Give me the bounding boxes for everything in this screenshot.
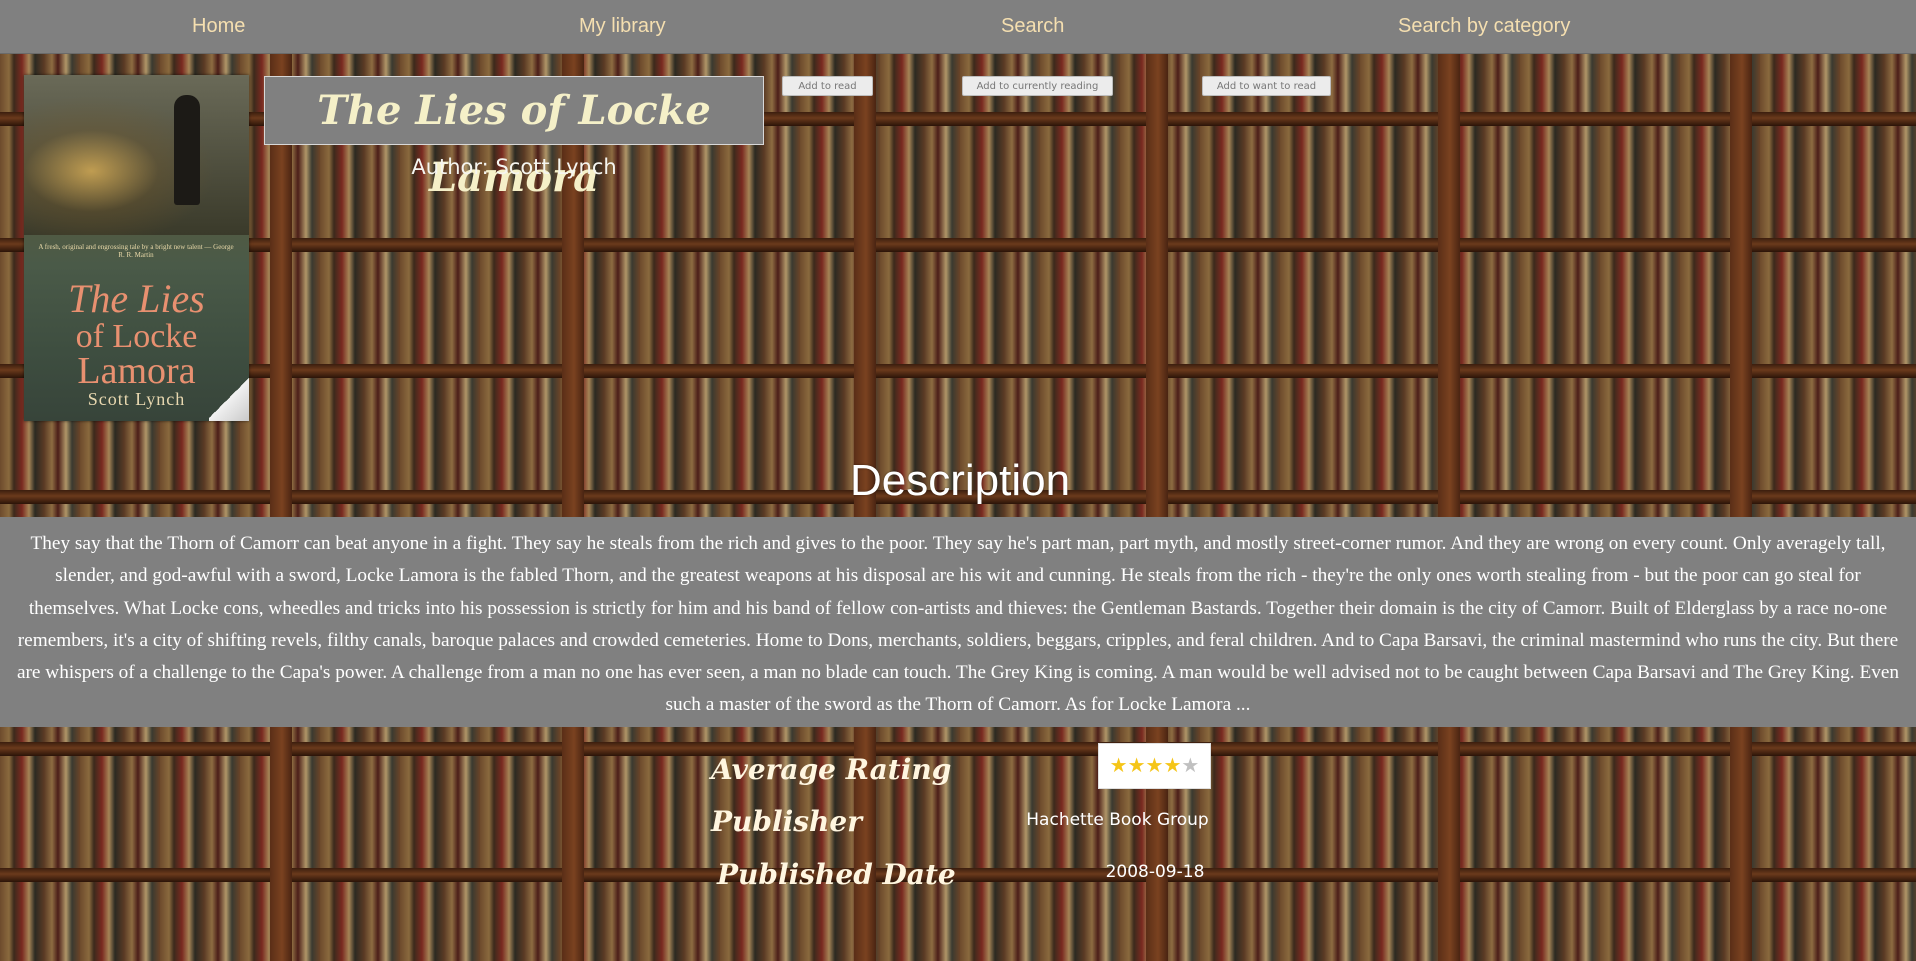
publisher-value: Hachette Book Group: [1026, 810, 1209, 830]
nav-search-link[interactable]: Search: [1001, 15, 1064, 38]
cover-figure: [174, 95, 200, 205]
book-cover-image: A fresh, original and engrossing tale by…: [24, 75, 249, 421]
cover-scene: [24, 75, 249, 235]
star-filled-icon: ★: [1109, 755, 1128, 777]
book-title-box: The Lies of Locke Lamora: [264, 76, 764, 201]
nav-search-by-category-link[interactable]: Search by category: [1398, 15, 1570, 38]
add-to-want-to-read-button[interactable]: Add to want to read: [1202, 76, 1331, 96]
star-filled-icon: ★: [1127, 755, 1146, 777]
book-author: Author: Scott Lynch: [264, 155, 764, 179]
top-navigation: Home My library Search Search by categor…: [0, 0, 1916, 54]
author-name: Scott Lynch: [495, 155, 617, 179]
nav-home-link[interactable]: Home: [192, 15, 245, 38]
page-curl-icon: [209, 375, 249, 421]
add-to-currently-reading-button[interactable]: Add to currently reading: [962, 76, 1113, 96]
published-date-label: Published Date: [717, 858, 956, 891]
average-rating-label: Average Rating: [711, 753, 952, 786]
description-heading: Description: [849, 456, 1071, 505]
cover-blurb: A fresh, original and engrossing tale by…: [38, 243, 234, 259]
published-date-value: 2008-09-18: [1105, 862, 1205, 882]
star-rating: ★★★★★: [1098, 743, 1211, 789]
add-to-read-button[interactable]: Add to read: [782, 76, 873, 96]
book-title: The Lies of Locke Lamora: [317, 87, 711, 201]
nav-my-library-link[interactable]: My library: [579, 15, 666, 38]
star-filled-icon: ★: [1145, 755, 1164, 777]
publisher-label: Publisher: [711, 805, 862, 838]
author-label: Author:: [411, 155, 489, 179]
star-empty-icon: ★: [1181, 755, 1200, 777]
cover-title-line-1: The Lies: [68, 276, 205, 321]
star-filled-icon: ★: [1163, 755, 1182, 777]
description-text: They say that the Thorn of Camorr can be…: [0, 517, 1916, 727]
